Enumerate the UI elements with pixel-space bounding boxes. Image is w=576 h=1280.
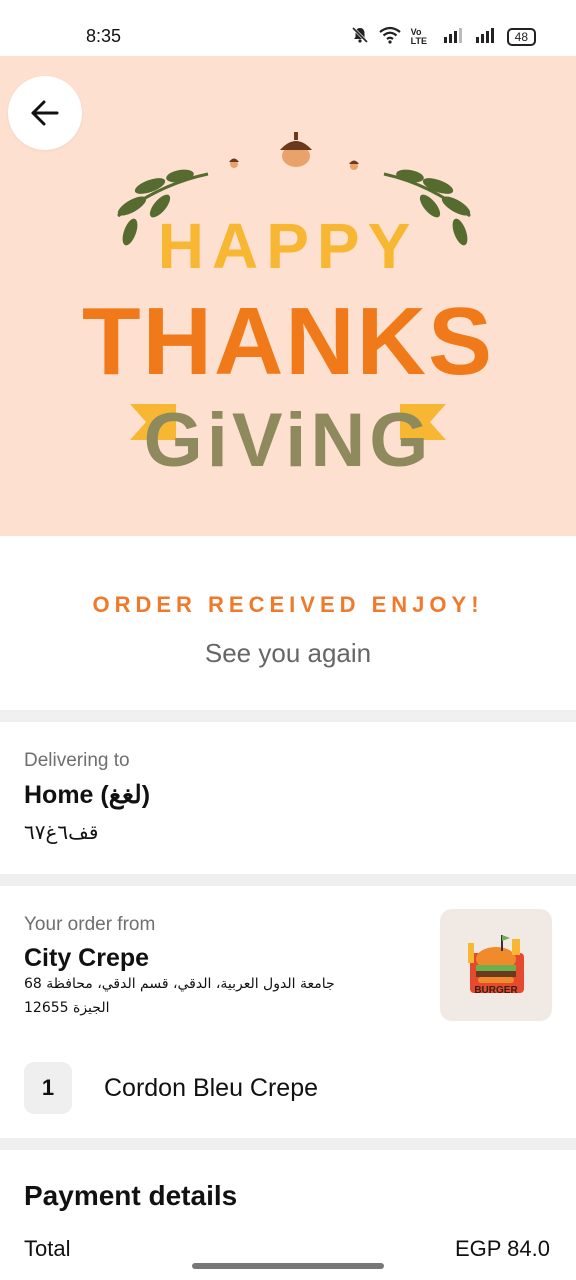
confirmation-title: ORDER RECEIVED ENJOY! [92,592,484,617]
signal-icon [475,27,497,47]
volte-icon: Vo LTE [410,27,427,46]
restaurant-name: City Crepe [24,944,150,972]
bell-off-icon [351,26,369,48]
confirmation-subtitle: See you again [204,638,372,668]
back-button[interactable] [8,76,82,150]
restaurant-address-line2: الجيزة 12655 [24,1000,110,1016]
logo-text: BURGER [474,985,518,996]
restaurant-logo[interactable]: BURGER [440,909,552,1021]
banner-thanks: THANKS [82,288,494,395]
restaurant-address-line1: جامعة الدول العربية، الدقي، قسم الدقي، م… [24,976,335,992]
payment-section: Payment details Total EGP 84.0 [0,1150,576,1280]
section-divider [0,710,576,722]
status-time: 8:35 [86,26,122,46]
hero-banner: HAPPY THANKS GiViNG [0,56,576,536]
order-confirmation: ORDER RECEIVED ENJOY! See you again [0,536,576,710]
status-bar: 8:35 Vo LTE 48 [0,0,576,56]
home-indicator[interactable] [192,1263,384,1269]
wifi-icon [378,26,401,48]
order-from-label: Your order from [24,914,156,935]
battery-icon: 48 [506,28,536,46]
thanksgiving-illustration: HAPPY THANKS GiViNG [82,132,494,483]
payment-title: Payment details [24,1180,238,1211]
delivery-address: قف٦غ٦٧ [24,820,99,844]
total-label: Total [24,1236,71,1261]
item-quantity: 1 [24,1062,72,1114]
item-name: Cordon Bleu Crepe [104,1074,319,1102]
total-value: EGP 84.0 [455,1236,550,1261]
burger-icon: BURGER [468,935,524,996]
delivery-name: Home (لغغ) [24,781,151,809]
banner-happy: HAPPY [158,210,419,282]
delivery-label: Delivering to [24,750,130,771]
acorn-icon [280,132,312,167]
section-divider [0,1138,576,1150]
arrow-left-icon [31,100,59,126]
order-section: Your order from City Crepe جامعة الدول ا… [0,886,576,1136]
banner-giving: GiViNG [144,398,433,483]
delivery-section: Delivering to Home (لغغ) قف٦غ٦٧ [0,722,576,874]
signal-icon [443,27,465,47]
status-icons: Vo LTE 48 [351,26,536,48]
section-divider [0,874,576,886]
